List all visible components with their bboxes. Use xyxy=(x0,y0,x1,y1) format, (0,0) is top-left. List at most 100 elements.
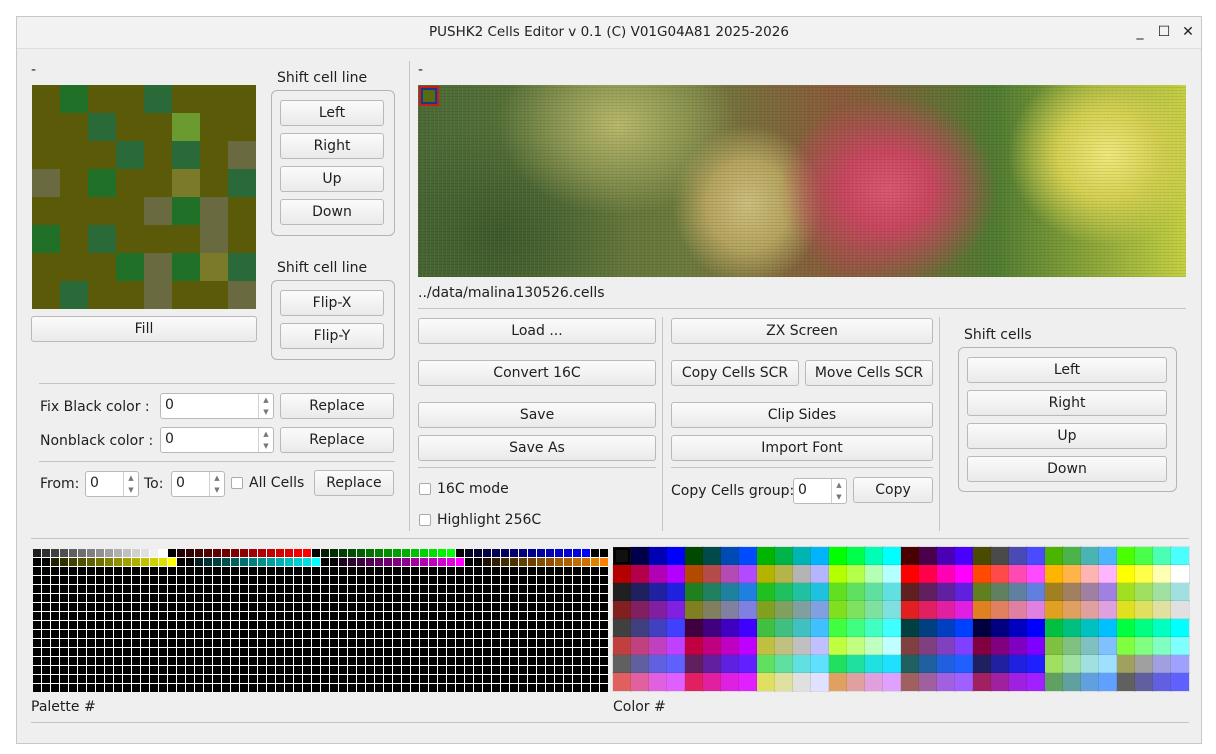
color-swatch[interactable] xyxy=(666,582,686,602)
palette-swatch[interactable] xyxy=(348,603,356,611)
palette-swatch[interactable] xyxy=(591,639,599,647)
palette-swatch[interactable] xyxy=(294,684,302,692)
palette-swatch[interactable] xyxy=(276,549,284,557)
palette-swatch[interactable] xyxy=(582,684,590,692)
palette-swatch[interactable] xyxy=(483,558,491,566)
color-swatch[interactable] xyxy=(1080,618,1100,638)
palette-swatch[interactable] xyxy=(168,594,176,602)
palette-swatch[interactable] xyxy=(285,684,293,692)
palette-swatch[interactable] xyxy=(447,585,455,593)
palette-swatch[interactable] xyxy=(393,675,401,683)
palette-swatch[interactable] xyxy=(375,657,383,665)
palette-swatch[interactable] xyxy=(141,630,149,638)
color-swatch[interactable] xyxy=(1044,672,1064,692)
palette-swatch[interactable] xyxy=(231,666,239,674)
palette-swatch[interactable] xyxy=(159,612,167,620)
palette-swatch[interactable] xyxy=(42,666,50,674)
palette-swatch[interactable] xyxy=(267,648,275,656)
replace-range-button[interactable]: Replace xyxy=(314,470,394,496)
color-swatch[interactable] xyxy=(972,636,992,656)
palette-swatch[interactable] xyxy=(150,567,158,575)
palette-swatch[interactable] xyxy=(168,630,176,638)
palette-swatch[interactable] xyxy=(501,549,509,557)
spin-down-icon[interactable]: ▼ xyxy=(210,484,224,496)
palette-swatch[interactable] xyxy=(249,603,257,611)
palette-swatch[interactable] xyxy=(222,558,230,566)
palette-swatch[interactable] xyxy=(51,612,59,620)
palette-swatch[interactable] xyxy=(375,639,383,647)
palette-swatch[interactable] xyxy=(546,648,554,656)
palette-swatch[interactable] xyxy=(366,639,374,647)
palette-swatch[interactable] xyxy=(132,648,140,656)
color-swatch[interactable] xyxy=(612,582,632,602)
palette-swatch[interactable] xyxy=(429,549,437,557)
palette-swatch[interactable] xyxy=(348,621,356,629)
color-swatch[interactable] xyxy=(900,654,920,674)
palette-swatch[interactable] xyxy=(276,585,284,593)
palette-swatch[interactable] xyxy=(78,603,86,611)
palette-swatch[interactable] xyxy=(447,648,455,656)
palette-swatch[interactable] xyxy=(258,675,266,683)
palette-swatch[interactable] xyxy=(357,567,365,575)
palette-swatch[interactable] xyxy=(582,567,590,575)
palette-swatch[interactable] xyxy=(204,684,212,692)
palette-swatch[interactable] xyxy=(294,621,302,629)
palette-swatch[interactable] xyxy=(150,639,158,647)
color-swatch[interactable] xyxy=(900,618,920,638)
palette-swatch[interactable] xyxy=(564,684,572,692)
palette-swatch[interactable] xyxy=(483,684,491,692)
color-swatch[interactable] xyxy=(774,564,794,584)
palette-swatch[interactable] xyxy=(438,630,446,638)
color-swatch[interactable] xyxy=(1098,564,1118,584)
palette-swatch[interactable] xyxy=(132,576,140,584)
palette-swatch[interactable] xyxy=(348,612,356,620)
palette-swatch[interactable] xyxy=(591,666,599,674)
color-swatch[interactable] xyxy=(738,600,758,620)
palette-swatch[interactable] xyxy=(429,621,437,629)
color-swatch[interactable] xyxy=(936,672,956,692)
palette-swatch[interactable] xyxy=(510,621,518,629)
palette-swatch[interactable] xyxy=(258,648,266,656)
cell-pixel[interactable] xyxy=(32,225,60,253)
palette-swatch[interactable] xyxy=(330,666,338,674)
color-swatch[interactable] xyxy=(630,654,650,674)
palette-swatch[interactable] xyxy=(231,549,239,557)
palette-swatch[interactable] xyxy=(276,666,284,674)
palette-swatch[interactable] xyxy=(321,657,329,665)
palette-swatch[interactable] xyxy=(159,549,167,557)
palette-swatch[interactable] xyxy=(222,648,230,656)
palette-swatch[interactable] xyxy=(231,684,239,692)
palette-swatch[interactable] xyxy=(528,666,536,674)
palette-swatch[interactable] xyxy=(348,567,356,575)
color-swatch[interactable] xyxy=(702,672,722,692)
palette-swatch[interactable] xyxy=(564,639,572,647)
palette-swatch[interactable] xyxy=(492,621,500,629)
palette-swatch[interactable] xyxy=(546,576,554,584)
color-swatch[interactable] xyxy=(972,564,992,584)
palette-swatch[interactable] xyxy=(321,666,329,674)
palette-swatch[interactable] xyxy=(555,612,563,620)
palette-swatch[interactable] xyxy=(303,603,311,611)
palette-swatch[interactable] xyxy=(96,666,104,674)
palette-swatch[interactable] xyxy=(177,576,185,584)
palette-swatch[interactable] xyxy=(231,567,239,575)
copy-cells-scr-button[interactable]: Copy Cells SCR xyxy=(671,360,799,386)
palette-swatch[interactable] xyxy=(69,612,77,620)
shift-line-left-button[interactable]: Left xyxy=(280,100,384,126)
palette-swatch[interactable] xyxy=(177,621,185,629)
palette-swatch[interactable] xyxy=(141,594,149,602)
palette-swatch[interactable] xyxy=(564,576,572,584)
palette-swatch[interactable] xyxy=(51,666,59,674)
palette-swatch[interactable] xyxy=(528,576,536,584)
palette-swatch[interactable] xyxy=(357,594,365,602)
palette-swatch[interactable] xyxy=(474,612,482,620)
color-swatch[interactable] xyxy=(702,636,722,656)
palette-swatch[interactable] xyxy=(411,594,419,602)
palette-swatch[interactable] xyxy=(321,567,329,575)
palette-swatch[interactable] xyxy=(132,621,140,629)
palette-swatch[interactable] xyxy=(105,639,113,647)
color-swatch[interactable] xyxy=(900,582,920,602)
palette-swatch[interactable] xyxy=(105,630,113,638)
color-swatch[interactable] xyxy=(1116,672,1136,692)
palette-swatch[interactable] xyxy=(150,603,158,611)
